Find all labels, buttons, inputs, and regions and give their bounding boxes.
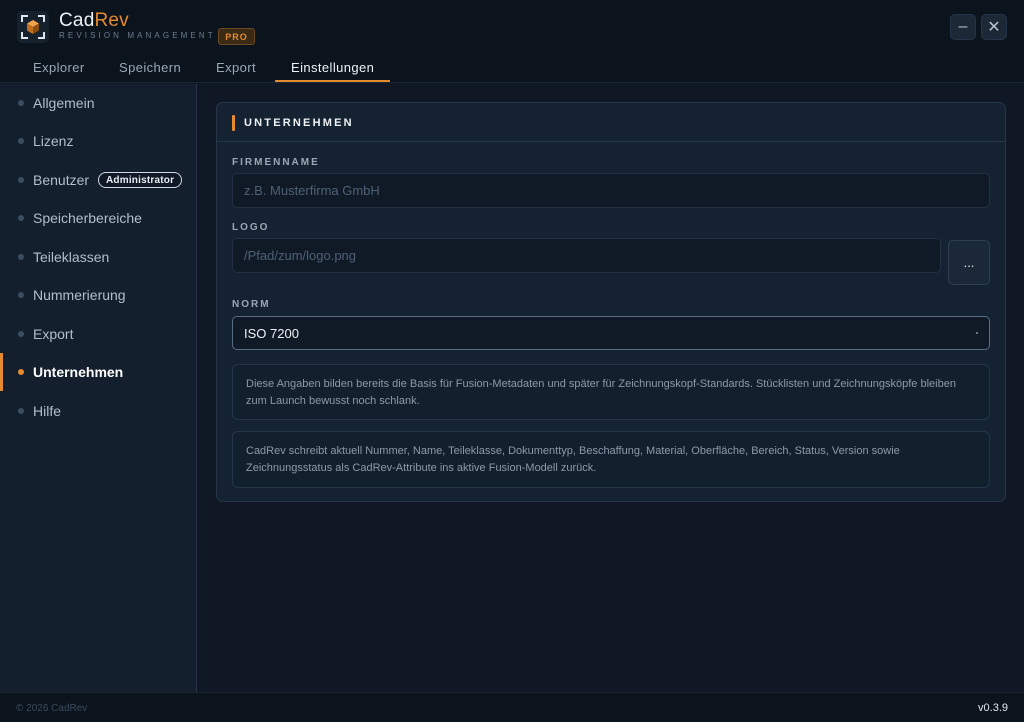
close-button[interactable]: ✕: [981, 14, 1007, 40]
sidebar-item-label: Export: [33, 326, 74, 342]
sidebar-item-lizenz[interactable]: Lizenz: [0, 122, 196, 160]
logo-path-input[interactable]: [232, 238, 941, 273]
sidebar-item-allgemein[interactable]: Allgemein: [0, 84, 196, 122]
bullet-icon: [18, 408, 24, 414]
info-box-metadata: Diese Angaben bilden bereits die Basis f…: [232, 364, 990, 420]
app-header: CadRev REVISION MANAGEMENT PRO – ✕ Explo…: [0, 0, 1024, 83]
pro-badge: PRO: [218, 28, 255, 45]
sidebar-item-label: Teileklassen: [33, 249, 110, 265]
bullet-icon: [18, 177, 24, 183]
bullet-icon: [18, 292, 24, 298]
app-name-accent: Rev: [94, 10, 129, 31]
sidebar-item-label: Benutzer: [33, 172, 90, 188]
bullet-icon: [18, 369, 24, 375]
norm-select[interactable]: ISO 7200: [232, 316, 990, 350]
card-header: UNTERNEHMEN: [217, 103, 1005, 142]
sidebar-item-label: Unternehmen: [33, 364, 124, 380]
section-accent-bar: [232, 115, 235, 131]
administrator-badge: Administrator: [98, 172, 183, 188]
sidebar-item-label: Speicherbereiche: [33, 210, 142, 226]
sidebar-item-label: Lizenz: [33, 133, 74, 149]
sidebar-item-label: Nummerierung: [33, 287, 126, 303]
app-subtitle: REVISION MANAGEMENT: [59, 31, 216, 40]
tab-explorer[interactable]: Explorer: [33, 56, 85, 83]
tab-export[interactable]: Export: [216, 56, 256, 83]
copyright-text: © 2026 CadRev: [16, 703, 88, 714]
cadrev-logo-icon: [17, 11, 49, 43]
active-tab-indicator: [275, 80, 390, 82]
sidebar-item-nummerierung[interactable]: Nummerierung: [0, 276, 196, 314]
norm-selected-value: ISO 7200: [244, 325, 299, 341]
bullet-icon: [18, 254, 24, 260]
minimize-icon: –: [958, 18, 968, 35]
sidebar-item-speicherbereiche[interactable]: Speicherbereiche: [0, 199, 196, 237]
bullet-icon: [18, 215, 24, 221]
bullet-icon: [18, 100, 24, 106]
company-settings-card: UNTERNEHMEN FIRMENNAME LOGO ... NORM ISO…: [216, 102, 1006, 502]
sidebar-item-teileklassen[interactable]: Teileklassen: [0, 238, 196, 276]
norm-label: NORM: [232, 299, 271, 310]
dropdown-caret-icon: [976, 332, 978, 334]
bullet-icon: [18, 138, 24, 144]
tab-speichern[interactable]: Speichern: [119, 56, 181, 83]
settings-sidebar: Allgemein Lizenz Benutzer Administrator …: [0, 84, 197, 692]
sidebar-item-label: Hilfe: [33, 403, 62, 419]
minimize-button[interactable]: –: [950, 14, 976, 40]
sidebar-item-export[interactable]: Export: [0, 315, 196, 353]
sidebar-item-unternehmen[interactable]: Unternehmen: [0, 353, 196, 391]
browse-logo-button[interactable]: ...: [948, 240, 990, 285]
sidebar-item-label: Allgemein: [33, 95, 95, 111]
info-box-attributes: CadRev schreibt aktuell Nummer, Name, Te…: [232, 431, 990, 488]
version-label: v0.3.9: [978, 702, 1008, 714]
company-name-label: FIRMENNAME: [232, 157, 320, 168]
app-name-primary: Cad: [59, 10, 95, 31]
app-name: CadRev: [59, 10, 129, 32]
close-icon: ✕: [987, 19, 1001, 36]
company-name-input[interactable]: [232, 173, 990, 208]
sidebar-item-hilfe[interactable]: Hilfe: [0, 392, 196, 430]
sidebar-item-benutzer[interactable]: Benutzer Administrator: [0, 161, 196, 199]
tab-einstellungen[interactable]: Einstellungen: [291, 56, 374, 83]
logo-label: LOGO: [232, 222, 270, 233]
bullet-icon: [18, 331, 24, 337]
app-footer: © 2026 CadRev v0.3.9: [0, 692, 1024, 722]
section-title: UNTERNEHMEN: [244, 117, 354, 129]
